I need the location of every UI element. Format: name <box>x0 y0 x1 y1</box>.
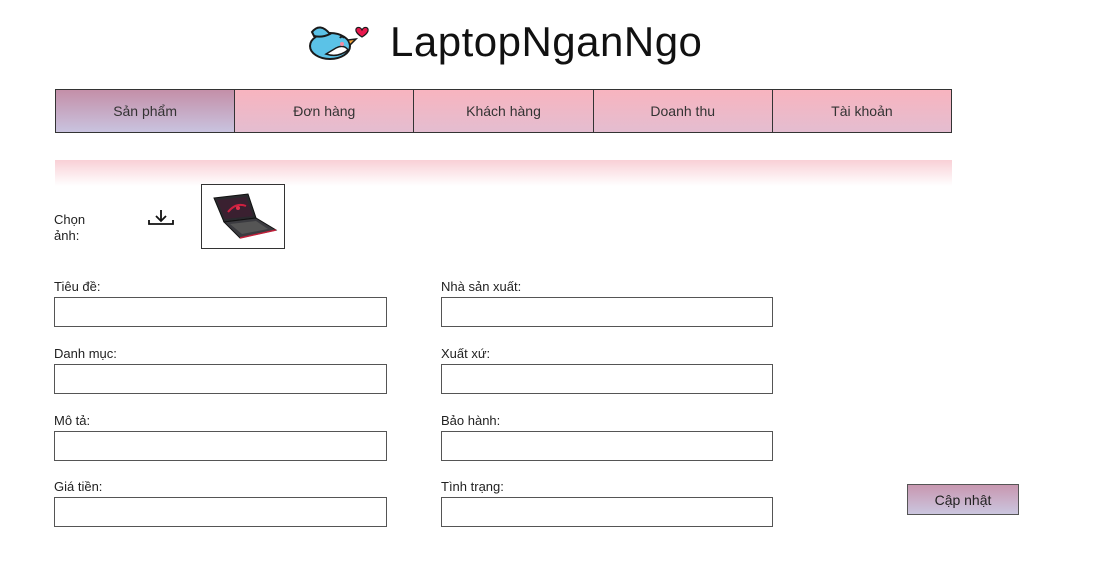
bird-heart-icon <box>309 26 369 60</box>
page: LaptopNganNgo Sản phẩm Đơn hàng Khách hà… <box>0 0 1112 566</box>
nav-tab-customers[interactable]: Khách hàng <box>414 90 594 132</box>
title-label: Tiêu đề: <box>54 279 101 294</box>
brand-header[interactable]: LaptopNganNgo <box>304 18 702 66</box>
origin-label: Xuất xứ: <box>441 346 491 361</box>
main-nav: Sản phẩm Đơn hàng Khách hàng Doanh thu T… <box>55 89 952 133</box>
manufacturer-label: Nhà sản xuất: <box>441 279 522 294</box>
download-icon[interactable] <box>147 208 175 228</box>
nav-tab-revenue[interactable]: Doanh thu <box>593 90 773 132</box>
category-label: Danh mục: <box>54 346 117 361</box>
warranty-label: Bảo hành: <box>441 413 501 428</box>
nav-tab-products[interactable]: Sản phẩm <box>56 90 236 132</box>
choose-image-label: Chọn ảnh: <box>54 212 86 243</box>
price-input[interactable] <box>54 497 387 527</box>
origin-input[interactable] <box>441 364 773 394</box>
section-divider <box>55 160 952 186</box>
price-label: Giá tiền: <box>54 479 103 494</box>
update-button[interactable]: Cập nhật <box>907 484 1019 515</box>
status-input[interactable] <box>441 497 773 527</box>
nav-tab-account[interactable]: Tài khoản <box>772 90 952 132</box>
warranty-input[interactable] <box>441 431 773 461</box>
status-label: Tình trạng: <box>441 479 504 494</box>
description-label: Mô tả: <box>54 413 91 428</box>
category-input[interactable] <box>54 364 387 394</box>
nav-tab-orders[interactable]: Đơn hàng <box>235 90 415 132</box>
title-input[interactable] <box>54 297 387 327</box>
description-input[interactable] <box>54 431 387 461</box>
laptop-image <box>213 192 278 239</box>
manufacturer-input[interactable] <box>441 297 773 327</box>
brand-name: LaptopNganNgo <box>390 18 703 65</box>
product-thumbnail <box>201 184 285 249</box>
